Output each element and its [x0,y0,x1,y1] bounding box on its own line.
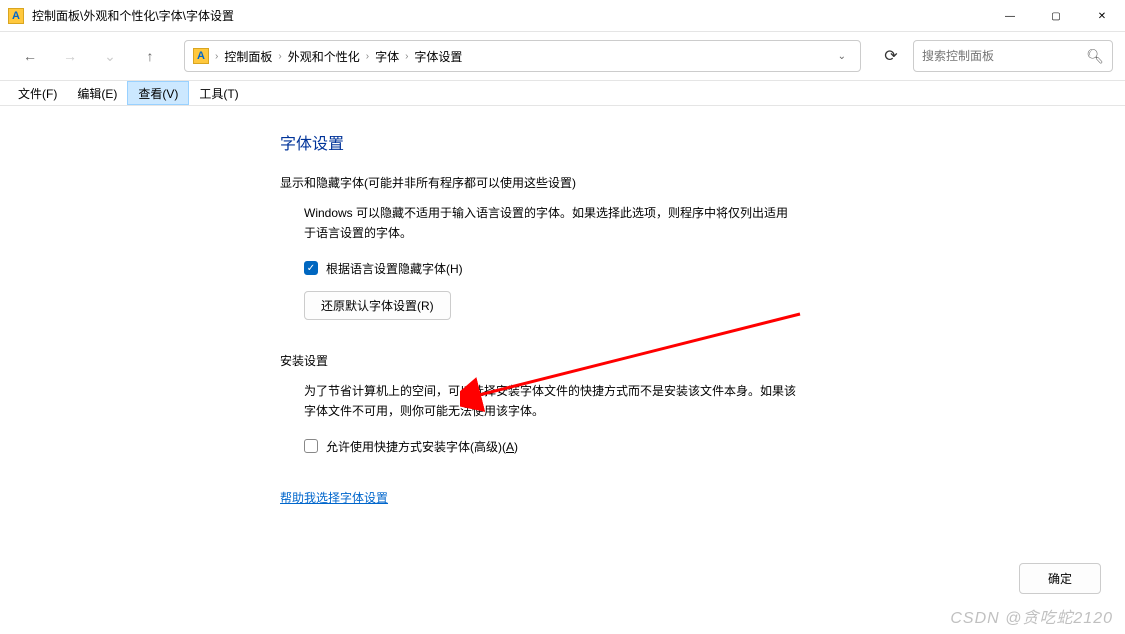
maximize-button[interactable]: ▢ [1033,0,1079,32]
address-dropdown-icon[interactable]: ⌄ [832,51,852,62]
breadcrumb-item[interactable]: 控制面板 [224,48,272,65]
hide-fonts-label: 根据语言设置隐藏字体(H) [326,260,463,277]
breadcrumb-sep: › [366,51,369,62]
breadcrumb-item[interactable]: 字体 [375,48,399,65]
breadcrumb-sep: › [215,51,218,62]
menu-bar: 文件(F) 编辑(E) 查看(V) 工具(T) [0,80,1125,106]
address-icon: A [193,48,209,64]
search-box[interactable]: 🔍︎ [913,40,1113,72]
search-input[interactable] [922,49,1086,63]
hide-fonts-checkbox[interactable]: ✓ [304,261,318,275]
address-bar[interactable]: A › 控制面板 › 外观和个性化 › 字体 › 字体设置 ⌄ [184,40,861,72]
shortcut-install-checkbox[interactable] [304,439,318,453]
breadcrumb-item[interactable]: 外观和个性化 [288,48,360,65]
breadcrumb-item[interactable]: 字体设置 [414,48,462,65]
menu-file[interactable]: 文件(F) [8,81,67,105]
content-area: 字体设置 显示和隐藏字体(可能并非所有程序都可以使用这些设置) Windows … [0,106,1125,507]
section-show-hide-title: 显示和隐藏字体(可能并非所有程序都可以使用这些设置) [280,174,1125,191]
ok-button[interactable]: 确定 [1019,563,1101,594]
breadcrumb-sep: › [405,51,408,62]
section-install-desc: 为了节省计算机上的空间，可以选择安装字体文件的快捷方式而不是安装该文件本身。如果… [304,381,800,422]
page-title: 字体设置 [280,130,1125,154]
title-bar: A 控制面板\外观和个性化\字体\字体设置 — ▢ ✕ [0,0,1125,32]
back-button[interactable]: ← [12,38,48,74]
breadcrumb-sep: › [278,51,281,62]
recent-dropdown-icon[interactable]: ⌄ [92,38,128,74]
window-controls: — ▢ ✕ [987,0,1125,31]
menu-tools[interactable]: 工具(T) [189,81,248,105]
hide-fonts-checkbox-row[interactable]: ✓ 根据语言设置隐藏字体(H) [304,260,800,277]
menu-view[interactable]: 查看(V) [127,81,189,105]
forward-button[interactable]: → [52,38,88,74]
section-install-title: 安装设置 [280,352,1125,369]
help-link[interactable]: 帮助我选择字体设置 [280,489,388,506]
app-icon: A [8,8,24,24]
menu-edit[interactable]: 编辑(E) [67,81,127,105]
close-button[interactable]: ✕ [1079,0,1125,32]
shortcut-install-label: 允许使用快捷方式安装字体(高级)(A) [326,438,518,455]
search-icon[interactable]: 🔍︎ [1086,48,1104,65]
restore-defaults-button[interactable]: 还原默认字体设置(R) [304,291,451,320]
up-button[interactable]: ↑ [132,38,168,74]
window-title: 控制面板\外观和个性化\字体\字体设置 [32,7,987,24]
minimize-button[interactable]: — [987,0,1033,32]
watermark: CSDN @贪吃蛇2120 [950,604,1113,628]
bottom-bar: 确定 [1019,563,1101,594]
shortcut-install-checkbox-row[interactable]: 允许使用快捷方式安装字体(高级)(A) [304,438,800,455]
refresh-button[interactable]: ⟳ [873,40,909,72]
section-show-hide-desc: Windows 可以隐藏不适用于输入语言设置的字体。如果选择此选项，则程序中将仅… [304,203,800,244]
nav-bar: ← → ⌄ ↑ A › 控制面板 › 外观和个性化 › 字体 › 字体设置 ⌄ … [0,32,1125,80]
